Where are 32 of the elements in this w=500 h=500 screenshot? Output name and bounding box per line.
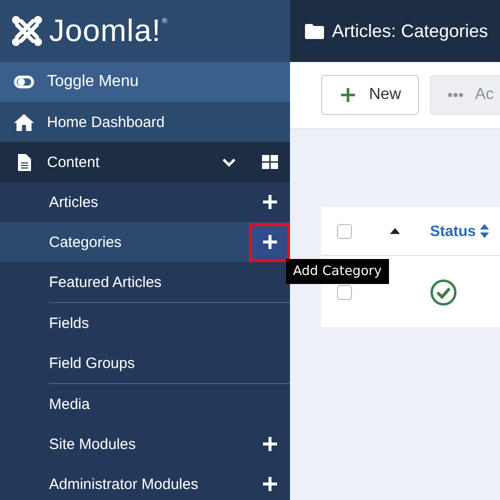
page-title: Articles: Categories [332, 20, 488, 42]
new-button[interactable]: New [321, 75, 420, 115]
logo-icon [11, 15, 43, 47]
status-sort-link[interactable]: Status [430, 222, 489, 240]
sort-up-icon[interactable] [390, 228, 400, 234]
sidebar-item[interactable]: Administrator Modules [49, 476, 249, 492]
file-icon [18, 154, 30, 170]
published-check-icon[interactable] [430, 278, 457, 306]
plus-icon [262, 477, 276, 491]
dashboard-grid-icon[interactable] [262, 155, 278, 169]
more-icon [448, 93, 464, 97]
sidebar-item[interactable]: Media [49, 396, 290, 412]
folder-icon [305, 24, 324, 38]
toggle-icon [14, 75, 34, 89]
sidebar-item[interactable]: Field Groups [49, 354, 290, 372]
add-button[interactable] [249, 222, 290, 262]
home-dashboard-link[interactable]: Home Dashboard [47, 114, 165, 130]
sort-icon [480, 224, 489, 238]
sidebar-item[interactable]: Site Modules [49, 436, 249, 452]
toggle-menu-button[interactable]: Toggle Menu [0, 62, 290, 102]
plus-icon [341, 88, 355, 102]
plus-icon [262, 235, 276, 249]
sidebar-item[interactable]: Fields [49, 314, 290, 332]
chevron-icon[interactable] [222, 158, 236, 166]
select-all-checkbox[interactable] [337, 224, 352, 238]
tooltip: Add Category [286, 259, 389, 284]
home-icon [14, 114, 34, 130]
sidebar-item[interactable]: Articles [49, 194, 249, 210]
row-checkbox[interactable] [337, 284, 352, 300]
logo-text: Joomla! [49, 13, 162, 49]
plus-icon [262, 437, 276, 451]
plus-icon [262, 195, 276, 209]
